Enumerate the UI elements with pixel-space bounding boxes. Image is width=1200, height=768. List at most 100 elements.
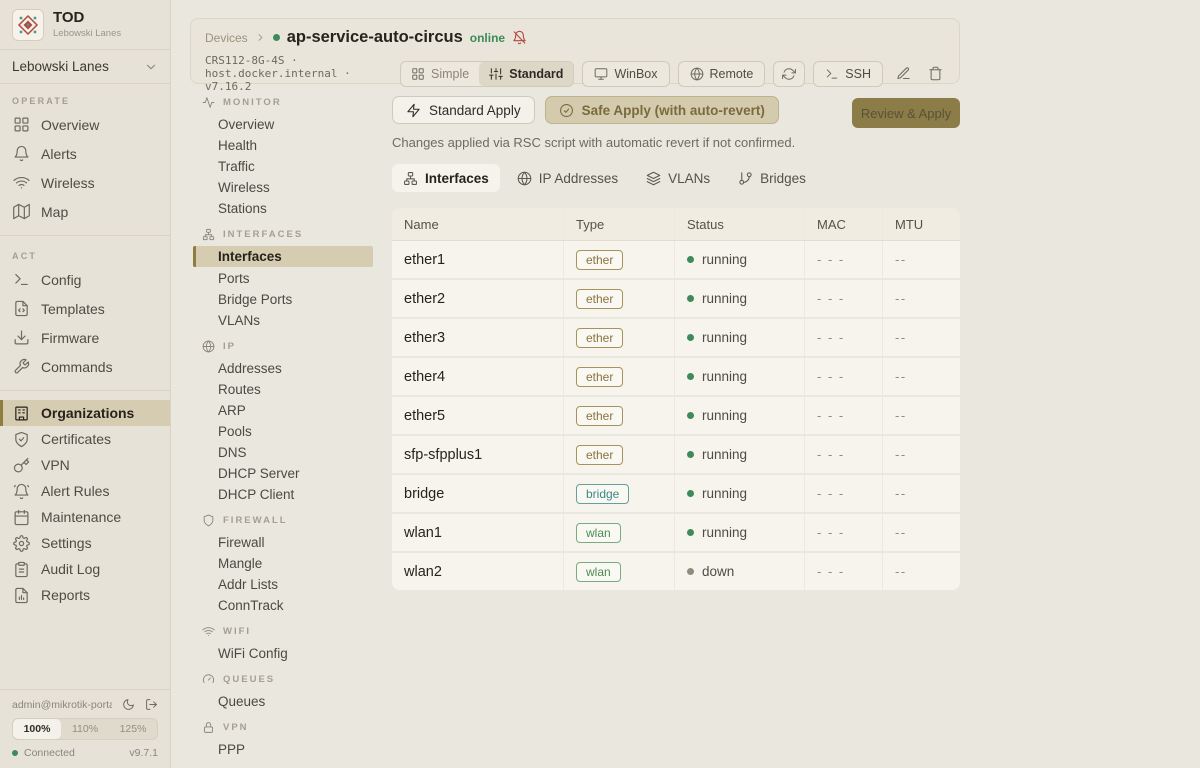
sidebar-item-audit-log[interactable]: Audit Log bbox=[0, 556, 170, 582]
view-mode-standard[interactable]: Standard bbox=[479, 62, 573, 86]
device-nav-item-bridge-ports[interactable]: Bridge Ports bbox=[171, 289, 392, 310]
tab-vlans[interactable]: VLANs bbox=[635, 164, 721, 192]
device-nav-item-ports[interactable]: Ports bbox=[171, 268, 392, 289]
remote-button[interactable]: Remote bbox=[678, 61, 766, 87]
device-nav-item-wifi-config[interactable]: WiFi Config bbox=[171, 643, 392, 664]
sidebar-item-templates[interactable]: Templates bbox=[0, 294, 170, 323]
sidebar-item-overview[interactable]: Overview bbox=[0, 110, 170, 139]
device-nav-item-health[interactable]: Health bbox=[171, 135, 392, 156]
status-cell: running bbox=[674, 475, 804, 512]
notifications-off-icon[interactable] bbox=[512, 30, 527, 45]
safe-apply-button[interactable]: Safe Apply (with auto-revert) bbox=[545, 96, 779, 124]
table-row-ether1[interactable]: ether1etherrunning- - --- bbox=[392, 241, 960, 280]
status-label: running bbox=[702, 291, 747, 306]
sidebar-item-commands[interactable]: Commands bbox=[0, 352, 170, 381]
logout-icon[interactable] bbox=[145, 698, 158, 711]
device-nav-item-traffic[interactable]: Traffic bbox=[171, 156, 392, 177]
device-nav-item-addresses[interactable]: Addresses bbox=[171, 358, 392, 379]
winbox-button[interactable]: WinBox bbox=[582, 61, 669, 87]
pencil-button[interactable] bbox=[891, 61, 915, 87]
device-nav-item-dhcp-server[interactable]: DHCP Server bbox=[171, 463, 392, 484]
trash-button[interactable] bbox=[923, 61, 947, 87]
sidebar-item-reports[interactable]: Reports bbox=[0, 582, 170, 608]
map-icon bbox=[13, 203, 30, 220]
sidebar-item-maintenance[interactable]: Maintenance bbox=[0, 504, 170, 530]
tab-bridges[interactable]: Bridges bbox=[727, 164, 817, 192]
ui-zoom-option-110[interactable]: 110% bbox=[61, 719, 109, 739]
status-label: running bbox=[702, 486, 747, 501]
sidebar-item-certificates[interactable]: Certificates bbox=[0, 426, 170, 452]
sidebar-item-vpn[interactable]: VPN bbox=[0, 452, 170, 478]
mtu-cell: -- bbox=[882, 475, 960, 512]
tab-interfaces[interactable]: Interfaces bbox=[392, 164, 500, 192]
file-code-icon bbox=[13, 300, 30, 317]
status-cell: running bbox=[674, 514, 804, 551]
device-nav-item-overview[interactable]: Overview bbox=[171, 114, 392, 135]
view-mode-simple[interactable]: Simple bbox=[401, 62, 479, 86]
interface-name: ether3 bbox=[392, 319, 563, 356]
device-nav-item-interfaces[interactable]: Interfaces bbox=[193, 246, 373, 267]
sidebar-item-label: Commands bbox=[41, 359, 113, 375]
org-selector[interactable]: Lebowski Lanes bbox=[0, 50, 170, 84]
device-nav-section-vpn: VPN bbox=[171, 720, 392, 734]
sidebar-item-label: VPN bbox=[41, 457, 70, 473]
device-nav-item-addr-lists[interactable]: Addr Lists bbox=[171, 574, 392, 595]
device-nav-item-queues[interactable]: Queues bbox=[171, 691, 392, 712]
tab-ip-addresses[interactable]: IP Addresses bbox=[506, 164, 629, 192]
sidebar-section-label: OPERATE bbox=[0, 90, 170, 110]
table-row-wlan2[interactable]: wlan2wlandown- - --- bbox=[392, 553, 960, 590]
device-nav-item-arp[interactable]: ARP bbox=[171, 400, 392, 421]
ui-zoom-option-125[interactable]: 125% bbox=[109, 719, 157, 739]
ui-zoom-option-100[interactable]: 100% bbox=[13, 719, 61, 739]
sidebar-item-alert-rules[interactable]: Alert Rules bbox=[0, 478, 170, 504]
zap-icon bbox=[406, 103, 421, 118]
mtu-cell: -- bbox=[882, 553, 960, 590]
device-nav-item-pools[interactable]: Pools bbox=[171, 421, 392, 442]
device-nav-item-stations[interactable]: Stations bbox=[171, 198, 392, 219]
device-nav-item-dhcp-client[interactable]: DHCP Client bbox=[171, 484, 392, 505]
breadcrumb[interactable]: Devices bbox=[205, 31, 248, 45]
table-row-sfp-sfpplus1[interactable]: sfp-sfpplus1etherrunning- - --- bbox=[392, 436, 960, 475]
sidebar-item-settings[interactable]: Settings bbox=[0, 530, 170, 556]
device-header-card: Devices ap-service-auto-circus online CR… bbox=[190, 18, 960, 84]
type-badge: ether bbox=[576, 367, 623, 387]
review-apply-button[interactable]: Review & Apply bbox=[852, 98, 960, 128]
device-nav-section-label: FIREWALL bbox=[223, 515, 288, 526]
device-nav-item-routes[interactable]: Routes bbox=[171, 379, 392, 400]
device-nav-item-wireless[interactable]: Wireless bbox=[171, 177, 392, 198]
moon-icon[interactable] bbox=[122, 698, 135, 711]
sidebar-item-config[interactable]: Config bbox=[0, 265, 170, 294]
sidebar-item-alerts[interactable]: Alerts bbox=[0, 139, 170, 168]
table-row-ether3[interactable]: ether3etherrunning- - --- bbox=[392, 319, 960, 358]
device-nav-item-mangle[interactable]: Mangle bbox=[171, 553, 392, 574]
status-label: running bbox=[702, 525, 747, 540]
table-row-bridge[interactable]: bridgebridgerunning- - --- bbox=[392, 475, 960, 514]
sidebar-item-map[interactable]: Map bbox=[0, 197, 170, 226]
mac-cell: - - - bbox=[804, 397, 882, 434]
status-cell: running bbox=[674, 280, 804, 317]
sidebar-item-label: Settings bbox=[41, 535, 92, 551]
table-row-ether4[interactable]: ether4etherrunning- - --- bbox=[392, 358, 960, 397]
apply-caption: Changes applied via RSC script with auto… bbox=[392, 135, 960, 150]
refresh-button[interactable] bbox=[773, 61, 805, 87]
device-nav-item-conntrack[interactable]: ConnTrack bbox=[171, 595, 392, 616]
device-nav-item-vlans[interactable]: VLANs bbox=[171, 310, 392, 331]
sidebar-item-firmware[interactable]: Firmware bbox=[0, 323, 170, 352]
table-row-ether5[interactable]: ether5etherrunning- - --- bbox=[392, 397, 960, 436]
interface-name: ether4 bbox=[392, 358, 563, 395]
device-nav-section-queues: QUEUES bbox=[171, 672, 392, 686]
standard-apply-button[interactable]: Standard Apply bbox=[392, 96, 535, 124]
mtu-cell: -- bbox=[882, 358, 960, 395]
grid-icon bbox=[13, 116, 30, 133]
table-row-ether2[interactable]: ether2etherrunning- - --- bbox=[392, 280, 960, 319]
ssh-button[interactable]: SSH bbox=[813, 61, 883, 87]
sidebar-item-organizations[interactable]: Organizations bbox=[0, 400, 170, 426]
device-nav-item-firewall[interactable]: Firewall bbox=[171, 532, 392, 553]
device-nav-item-ppp[interactable]: PPP bbox=[171, 739, 392, 760]
type-badge: ether bbox=[576, 250, 623, 270]
device-nav-item-dns[interactable]: DNS bbox=[171, 442, 392, 463]
tab-label: VLANs bbox=[668, 171, 710, 186]
sidebar-item-label: Audit Log bbox=[41, 561, 100, 577]
sidebar-item-wireless[interactable]: Wireless bbox=[0, 168, 170, 197]
table-row-wlan1[interactable]: wlan1wlanrunning- - --- bbox=[392, 514, 960, 553]
